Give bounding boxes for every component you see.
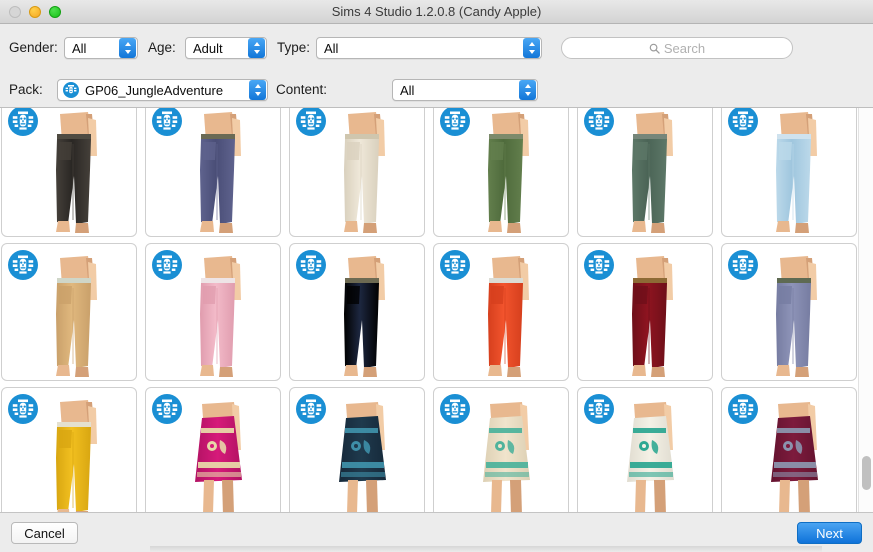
chevron-updown-icon[interactable] [119,38,136,58]
grid-item[interactable] [145,243,281,381]
tiki-mask-icon [440,394,470,424]
tiki-mask-icon [8,108,38,136]
scrollbar-thumb[interactable] [862,456,871,490]
content-value: All [400,82,415,98]
grid-item[interactable] [577,387,713,512]
chevron-updown-icon[interactable] [248,38,265,58]
grid-item[interactable] [145,387,281,512]
tiki-mask-icon [296,394,326,424]
grid-item[interactable] [577,108,713,237]
filter-toolbar: Gender: All Age: Adult Type: All Search … [0,24,873,108]
grid-item[interactable] [721,108,857,237]
tiki-mask-icon [584,250,614,280]
desktop-artifact [150,546,822,552]
pack-label: Pack: [9,82,43,97]
chevron-updown-icon[interactable] [523,38,540,58]
window-title: Sims 4 Studio 1.2.0.8 (Candy Apple) [331,4,542,19]
chevron-updown-icon[interactable] [249,80,266,100]
grid-item[interactable] [289,108,425,237]
app-window: Sims 4 Studio 1.2.0.8 (Candy Apple) Gend… [0,0,873,552]
type-value: All [324,40,339,56]
grid-item[interactable] [289,243,425,381]
grid-item[interactable] [1,108,137,237]
chevron-updown-icon[interactable] [519,80,536,100]
tiki-mask-icon [728,394,758,424]
tiki-mask-icon [296,250,326,280]
grid-item[interactable] [1,243,137,381]
grid-item[interactable] [145,108,281,237]
type-label: Type: [277,40,311,55]
tiki-mask-icon [728,108,758,136]
grid-item[interactable] [289,387,425,512]
tiki-mask-icon [728,250,758,280]
title-bar: Sims 4 Studio 1.2.0.8 (Candy Apple) [0,0,873,24]
type-select[interactable]: All [316,37,542,59]
tiki-mask-icon [440,250,470,280]
vertical-scrollbar[interactable] [858,108,873,512]
search-placeholder: Search [663,40,706,56]
gender-select[interactable]: All [64,37,138,59]
cancel-button[interactable]: Cancel [11,522,78,544]
tiki-mask-icon [296,108,326,136]
grid-item[interactable] [577,243,713,381]
pack-value: GP06_JungleAdventure [85,82,224,98]
tiki-mask-icon [8,394,38,424]
pack-select[interactable]: GP06_JungleAdventure [57,79,268,101]
cas-item-grid[interactable] [0,108,873,512]
tiki-mask-icon [152,394,182,424]
tiki-mask-icon [584,394,614,424]
tiki-mask-icon [440,108,470,136]
age-select[interactable]: Adult [185,37,267,59]
gender-value: All [72,40,87,56]
grid-item[interactable] [433,243,569,381]
grid-item[interactable] [433,108,569,237]
grid-container [0,108,873,512]
content-select[interactable]: All [392,79,538,101]
gender-label: Gender: [9,40,58,55]
tiki-mask-icon [152,108,182,136]
grid-item[interactable] [1,387,137,512]
age-value: Adult [193,40,223,56]
grid-item[interactable] [721,387,857,512]
grid-item[interactable] [433,387,569,512]
content-label: Content: [276,82,328,97]
tiki-mask-icon [152,250,182,280]
grid-item[interactable] [721,243,857,381]
jungle-pack-icon [63,82,79,98]
tiki-mask-icon [584,108,614,136]
next-button[interactable]: Next [797,522,862,544]
tiki-mask-icon [8,250,38,280]
age-label: Age: [148,40,176,55]
search-field[interactable]: Search [561,37,793,59]
search-icon [649,43,660,54]
